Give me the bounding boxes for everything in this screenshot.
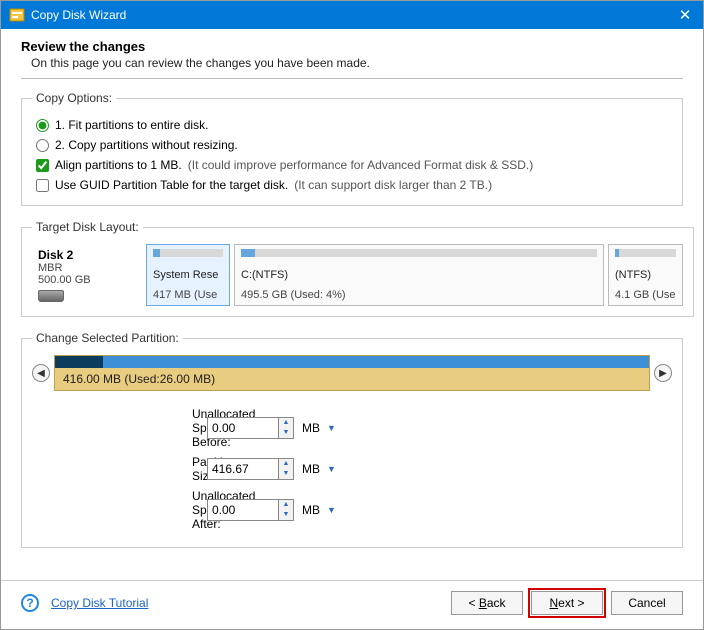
partition-block[interactable]: C:(NTFS) 495.5 GB (Used: 4%)	[234, 244, 604, 306]
slider-label: 416.00 MB (Used:26.00 MB)	[55, 368, 649, 390]
unalloc-after-down[interactable]: ▼	[279, 510, 293, 520]
slider-free-fill	[103, 356, 649, 368]
app-icon	[9, 7, 25, 23]
window-title: Copy Disk Wizard	[31, 8, 675, 22]
unalloc-before-up[interactable]: ▲	[279, 418, 293, 428]
unalloc-before-label: Unallocated Space Before:	[32, 407, 207, 449]
close-icon[interactable]: ✕	[675, 6, 695, 24]
unalloc-after-label: Unallocated Space After:	[32, 489, 207, 531]
disk-size: 500.00 GB	[38, 274, 136, 286]
partition-size-up[interactable]: ▲	[279, 459, 293, 469]
footer: ? Copy Disk Tutorial < Back Next > Cance…	[1, 580, 703, 629]
page-header: Review the changes On this page you can …	[1, 29, 703, 78]
disk-name: Disk 2	[38, 248, 136, 262]
cancel-button[interactable]: Cancel	[611, 591, 683, 615]
radio-fit-disk[interactable]	[36, 119, 49, 132]
partition-size-label: Partition Size:	[32, 455, 207, 483]
unalloc-before-input[interactable]	[208, 419, 278, 437]
header-title: Review the changes	[21, 39, 683, 54]
tutorial-link[interactable]: Copy Disk Tutorial	[51, 596, 148, 610]
unit-dropdown-icon[interactable]: ▼	[324, 461, 339, 477]
checkbox-align-hint: (It could improve performance for Advanc…	[188, 158, 533, 172]
target-layout-legend: Target Disk Layout:	[32, 220, 143, 234]
radio-no-resize-label: 2. Copy partitions without resizing.	[55, 138, 238, 152]
unit-dropdown-icon[interactable]: ▼	[324, 502, 339, 518]
unalloc-before-down[interactable]: ▼	[279, 428, 293, 438]
help-icon[interactable]: ?	[21, 594, 39, 612]
partition-size-spinner: ▲▼	[207, 458, 294, 480]
unalloc-after-input[interactable]	[208, 501, 278, 519]
header-subtitle: On this page you can review the changes …	[21, 56, 683, 70]
title-bar: Copy Disk Wizard ✕	[1, 1, 703, 29]
radio-fit-disk-label: 1. Fit partitions to entire disk.	[55, 118, 208, 132]
disk-summary: Disk 2 MBR 500.00 GB	[32, 244, 142, 306]
unalloc-after-spinner: ▲▼	[207, 499, 294, 521]
partition-size-input[interactable]	[208, 460, 278, 478]
partition-usage: 495.5 GB (Used: 4%)	[241, 289, 597, 301]
checkbox-align-label: Align partitions to 1 MB.	[55, 158, 182, 172]
unit-dropdown-icon[interactable]: ▼	[324, 420, 339, 436]
copy-options-group: Copy Options: 1. Fit partitions to entir…	[21, 91, 683, 206]
partition-usage: 4.1 GB (Use	[615, 289, 676, 301]
unalloc-before-spinner: ▲▼	[207, 417, 294, 439]
partition-size-down[interactable]: ▼	[279, 469, 293, 479]
partition-block[interactable]: System Rese 417 MB (Use	[146, 244, 230, 306]
disk-icon	[38, 290, 64, 302]
slider-right-button[interactable]: ▶	[654, 364, 672, 382]
disk-type: MBR	[38, 262, 136, 274]
back-button[interactable]: < Back	[451, 591, 523, 615]
checkbox-align[interactable]	[36, 159, 49, 172]
slider-left-button[interactable]: ◀	[32, 364, 50, 382]
target-layout-group: Target Disk Layout: Disk 2 MBR 500.00 GB…	[21, 220, 694, 317]
partition-name: C:(NTFS)	[241, 269, 597, 281]
unit-label: MB	[302, 503, 320, 517]
unit-label: MB	[302, 421, 320, 435]
checkbox-guid[interactable]	[36, 179, 49, 192]
partition-block[interactable]: (NTFS) 4.1 GB (Use	[608, 244, 683, 306]
partition-name: System Rese	[153, 269, 223, 281]
unit-label: MB	[302, 462, 320, 476]
partition-name: (NTFS)	[615, 269, 676, 281]
change-partition-group: Change Selected Partition: ◀ 416.00 MB (…	[21, 331, 683, 548]
radio-no-resize[interactable]	[36, 139, 49, 152]
partition-usage: 417 MB (Use	[153, 289, 223, 301]
checkbox-guid-hint: (It can support disk larger than 2 TB.)	[294, 178, 492, 192]
next-button[interactable]: Next >	[531, 591, 603, 615]
checkbox-guid-label: Use GUID Partition Table for the target …	[55, 178, 288, 192]
copy-options-legend: Copy Options:	[32, 91, 116, 105]
change-partition-legend: Change Selected Partition:	[32, 331, 183, 345]
slider-used-fill	[55, 356, 103, 368]
unalloc-after-up[interactable]: ▲	[279, 500, 293, 510]
partition-slider[interactable]: 416.00 MB (Used:26.00 MB)	[54, 355, 650, 391]
